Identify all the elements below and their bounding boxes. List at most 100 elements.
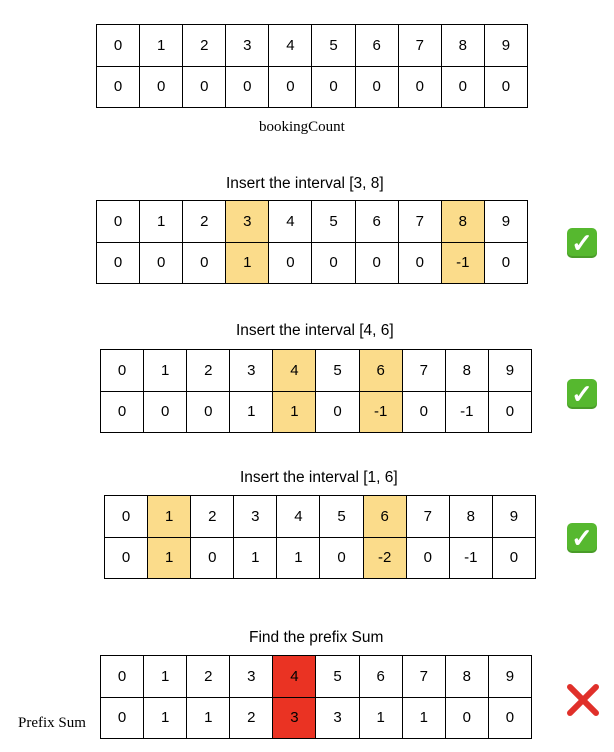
index-cell: 6 <box>359 656 403 698</box>
value-cell: 0 <box>183 66 227 108</box>
panel-caption-1: Insert the interval [3, 8] <box>226 175 384 192</box>
value-cell: 3 <box>273 697 317 739</box>
index-cell: 8 <box>441 201 485 243</box>
index-cell: 0 <box>105 496 149 538</box>
value-cell: 0 <box>445 697 489 739</box>
index-cell: 3 <box>234 496 278 538</box>
value-cell: 0 <box>140 66 184 108</box>
index-cell: 3 <box>226 201 270 243</box>
index-cell: 2 <box>183 25 227 67</box>
index-cell: 8 <box>445 350 489 392</box>
index-cell: 6 <box>355 201 399 243</box>
value-cell: 0 <box>484 242 528 284</box>
value-cell: 1 <box>187 697 231 739</box>
value-cell: 0 <box>488 391 532 433</box>
index-cell: 4 <box>273 656 317 698</box>
index-cell: 4 <box>269 201 313 243</box>
index-cell: 1 <box>140 25 184 67</box>
panel-caption-3: Insert the interval [1, 6] <box>240 469 398 486</box>
index-cell: 1 <box>148 496 192 538</box>
value-cell: 0 <box>316 391 360 433</box>
value-cell: -1 <box>445 391 489 433</box>
value-cell: -1 <box>449 537 493 579</box>
value-cell: 0 <box>398 242 442 284</box>
index-cell: 5 <box>312 25 356 67</box>
index-cell: 3 <box>226 25 270 67</box>
panel-caption-2: Insert the interval [4, 6] <box>236 322 394 339</box>
index-cell: 0 <box>97 25 141 67</box>
index-cell: 6 <box>359 350 403 392</box>
index-cell: 9 <box>492 496 536 538</box>
index-cell: 0 <box>101 656 145 698</box>
index-cell: 9 <box>484 25 528 67</box>
index-cell: 4 <box>277 496 321 538</box>
index-cell: 1 <box>144 350 188 392</box>
booking-count-label: bookingCount <box>259 119 345 135</box>
check-icon: ✓ <box>567 228 597 258</box>
value-cell: 1 <box>144 697 188 739</box>
index-cell: 2 <box>191 496 235 538</box>
value-cell: 0 <box>226 66 270 108</box>
value-cell: 0 <box>398 66 442 108</box>
value-cell: 1 <box>230 391 274 433</box>
value-cell: 0 <box>101 391 145 433</box>
index-cell: 2 <box>187 656 231 698</box>
value-cell: 0 <box>312 242 356 284</box>
index-cell: 0 <box>101 350 145 392</box>
prefix-sum-label: Prefix Sum <box>18 715 86 731</box>
value-cell: -1 <box>359 391 403 433</box>
value-cell: 1 <box>234 537 278 579</box>
index-cell: 5 <box>312 201 356 243</box>
check-icon: ✓ <box>567 523 597 553</box>
index-cell: 0 <box>97 201 141 243</box>
value-cell: 1 <box>273 391 317 433</box>
value-cell: 0 <box>355 242 399 284</box>
value-cell: 0 <box>492 537 536 579</box>
value-cell: 0 <box>320 537 364 579</box>
index-cell: 2 <box>187 350 231 392</box>
index-cell: 8 <box>449 496 493 538</box>
index-cell: 9 <box>488 350 532 392</box>
index-cell: 3 <box>230 350 274 392</box>
value-cell: 0 <box>269 66 313 108</box>
value-cell: 0 <box>140 242 184 284</box>
value-cell: 1 <box>148 537 192 579</box>
index-cell: 1 <box>144 656 188 698</box>
value-cell: 0 <box>144 391 188 433</box>
index-cell: 7 <box>402 656 446 698</box>
value-cell: 1 <box>277 537 321 579</box>
value-cell: 1 <box>402 697 446 739</box>
value-cell: 2 <box>230 697 274 739</box>
index-cell: 8 <box>445 656 489 698</box>
value-cell: 0 <box>406 537 450 579</box>
value-cell: 0 <box>101 697 145 739</box>
array-panel-initial: 01234567890000000000 <box>96 24 528 108</box>
array-panel-interval-2: 0 1 2 3 4 5 6 7 8 9 0 0 0 1 1 0 -1 0 -1 0 <box>100 349 532 433</box>
value-cell: 0 <box>488 697 532 739</box>
value-cell: 0 <box>269 242 313 284</box>
value-cell: 0 <box>355 66 399 108</box>
index-cell: 4 <box>273 350 317 392</box>
value-cell: -1 <box>441 242 485 284</box>
value-cell: 1 <box>226 242 270 284</box>
index-cell: 8 <box>441 25 485 67</box>
index-cell: 5 <box>316 350 360 392</box>
index-cell: 1 <box>140 201 184 243</box>
index-cell: 4 <box>269 25 313 67</box>
value-cell: 0 <box>402 391 446 433</box>
index-cell: 6 <box>355 25 399 67</box>
index-cell: 9 <box>484 201 528 243</box>
index-cell: 7 <box>402 350 446 392</box>
value-cell: 0 <box>105 537 149 579</box>
index-cell: 2 <box>183 201 227 243</box>
index-cell: 3 <box>230 656 274 698</box>
value-cell: 0 <box>484 66 528 108</box>
value-cell: 0 <box>187 391 231 433</box>
array-panel-interval-3: 0 1 2 3 4 5 6 7 8 9 0 1 0 1 1 0 -2 0 -1 0 <box>104 495 536 579</box>
index-cell: 5 <box>316 656 360 698</box>
array-panel-interval-1: 0 1 2 3 4 5 6 7 8 9 0 0 0 1 0 0 0 0 -1 0 <box>96 200 528 284</box>
index-cell: 6 <box>363 496 407 538</box>
cross-icon <box>567 684 599 716</box>
index-cell: 7 <box>398 25 442 67</box>
value-cell: 0 <box>97 242 141 284</box>
